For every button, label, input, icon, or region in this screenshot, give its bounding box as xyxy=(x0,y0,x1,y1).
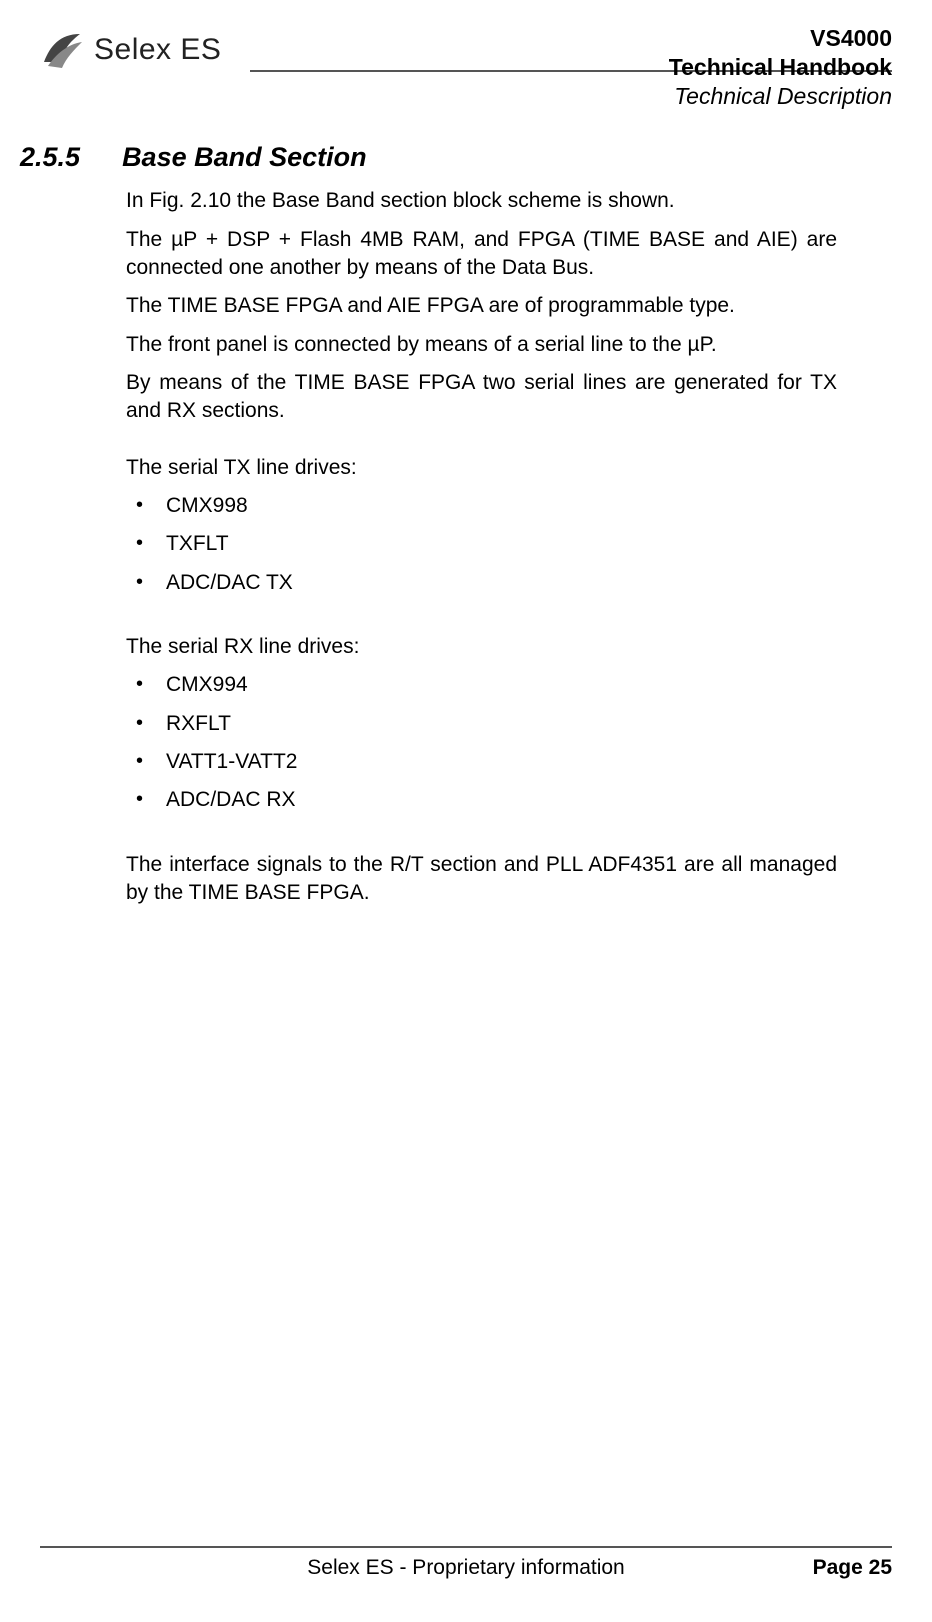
paragraph: By means of the TIME BASE FPGA two seria… xyxy=(126,369,837,426)
list-item: ADC/DAC TX xyxy=(126,569,837,597)
paragraph: The µP + DSP + Flash 4MB RAM, and FPGA (… xyxy=(126,226,837,283)
tx-list-intro: The serial TX line drives: xyxy=(126,454,837,482)
company-logo: Selex ES xyxy=(40,22,221,72)
product-name: VS4000 xyxy=(669,24,892,53)
rx-list: CMX994 RXFLT VATT1-VATT2 ADC/DAC RX xyxy=(126,671,837,814)
page: Selex ES VS4000 Technical Handbook Techn… xyxy=(0,0,932,1622)
section-number: 2.5.5 xyxy=(20,142,80,173)
section-title: Base Band Section xyxy=(122,142,367,173)
section-heading: 2.5.5 Base Band Section xyxy=(20,142,837,173)
paragraph: The front panel is connected by means of… xyxy=(126,331,837,359)
paragraph: The interface signals to the R/T section… xyxy=(126,851,837,908)
body-text: In Fig. 2.10 the Base Band section block… xyxy=(126,187,837,907)
content-area: 2.5.5 Base Band Section In Fig. 2.10 the… xyxy=(40,72,892,907)
footer-rule xyxy=(40,1546,892,1548)
document-title: Technical Handbook xyxy=(669,53,892,82)
page-footer: Selex ES - Proprietary information Page … xyxy=(40,1546,892,1580)
list-item: ADC/DAC RX xyxy=(126,786,837,814)
logo-icon xyxy=(40,28,84,72)
list-item: RXFLT xyxy=(126,710,837,738)
paragraph: In Fig. 2.10 the Base Band section block… xyxy=(126,187,837,215)
paragraph: The TIME BASE FPGA and AIE FPGA are of p… xyxy=(126,292,837,320)
logo-text: Selex ES xyxy=(94,33,221,67)
list-item: CMX998 xyxy=(126,492,837,520)
list-item: TXFLT xyxy=(126,530,837,558)
rx-list-intro: The serial RX line drives: xyxy=(126,633,837,661)
header-titles: VS4000 Technical Handbook Technical Desc… xyxy=(669,22,892,110)
footer-center-text: Selex ES - Proprietary information xyxy=(40,1556,892,1580)
tx-list: CMX998 TXFLT ADC/DAC TX xyxy=(126,492,837,597)
list-item: VATT1-VATT2 xyxy=(126,748,837,776)
document-subtitle: Technical Description xyxy=(669,82,892,111)
list-item: CMX994 xyxy=(126,671,837,699)
